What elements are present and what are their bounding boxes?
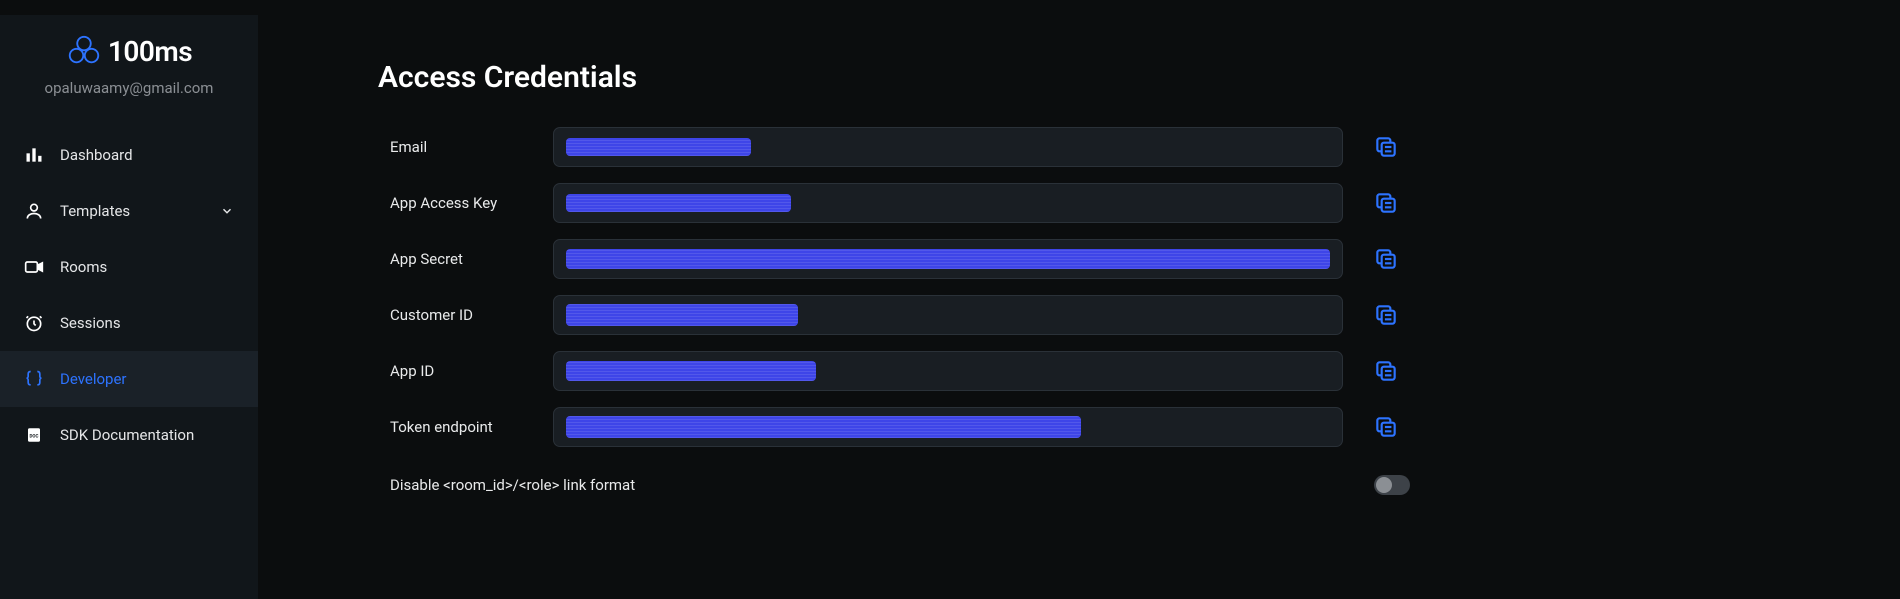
access-key-field[interactable] (553, 183, 1343, 223)
toggle-knob (1376, 477, 1392, 493)
sidebar-item-label: Rooms (60, 258, 234, 276)
credential-label: Customer ID (378, 306, 553, 324)
user-email: opaluwaamy@gmail.com (0, 75, 258, 117)
page-title: Access Credentials (378, 60, 1900, 95)
user-icon (24, 201, 44, 221)
clock-icon (24, 313, 44, 333)
brand-name: 100ms (108, 35, 192, 68)
copy-button[interactable] (1373, 190, 1399, 216)
logo-icon (66, 33, 102, 69)
toggle-label: Disable <room_id>/<role> link format (378, 476, 635, 494)
sidebar-item-label: Templates (60, 202, 204, 220)
brand-logo[interactable]: 100ms (0, 27, 258, 75)
credential-label: App Secret (378, 250, 553, 268)
main-content: Access Credentials Email App Access Key (258, 15, 1900, 599)
sidebar-nav: Dashboard Templates (0, 127, 258, 463)
credential-row-access-key: App Access Key (378, 183, 1900, 223)
redacted-value (566, 138, 751, 156)
code-braces-icon (24, 369, 44, 389)
redacted-value (566, 416, 1081, 438)
video-icon (24, 257, 44, 277)
credential-label: App ID (378, 362, 553, 380)
bar-chart-icon (24, 145, 44, 165)
copy-button[interactable] (1373, 302, 1399, 328)
email-field[interactable] (553, 127, 1343, 167)
sidebar-item-developer[interactable]: Developer (0, 351, 258, 407)
credential-label: Email (378, 138, 553, 156)
credential-row-token-endpoint: Token endpoint (378, 407, 1900, 447)
chevron-down-icon (220, 204, 234, 218)
sidebar-item-dashboard[interactable]: Dashboard (0, 127, 258, 183)
sidebar-item-label: Developer (60, 370, 234, 388)
sidebar-item-rooms[interactable]: Rooms (0, 239, 258, 295)
app-id-field[interactable] (553, 351, 1343, 391)
copy-button[interactable] (1373, 246, 1399, 272)
sidebar-item-sessions[interactable]: Sessions (0, 295, 258, 351)
sidebar-item-templates[interactable]: Templates (0, 183, 258, 239)
credential-row-customer-id: Customer ID (378, 295, 1900, 335)
sidebar-item-sdk-docs[interactable]: DOC SDK Documentation (0, 407, 258, 463)
disable-link-toggle[interactable] (1374, 475, 1410, 495)
document-icon: DOC (24, 425, 44, 445)
secret-field[interactable] (553, 239, 1343, 279)
copy-button[interactable] (1373, 134, 1399, 160)
redacted-value (566, 249, 1330, 269)
sidebar-item-label: SDK Documentation (60, 426, 234, 444)
sidebar-item-label: Dashboard (60, 146, 234, 164)
sidebar: 100ms opaluwaamy@gmail.com Dashboard (0, 15, 258, 599)
credential-row-email: Email (378, 127, 1900, 167)
credential-label: Token endpoint (378, 418, 553, 436)
redacted-value (566, 361, 816, 381)
credential-row-app-id: App ID (378, 351, 1900, 391)
token-endpoint-field[interactable] (553, 407, 1343, 447)
disable-link-format-row: Disable <room_id>/<role> link format (378, 475, 1900, 495)
customer-id-field[interactable] (553, 295, 1343, 335)
svg-text:DOC: DOC (30, 433, 39, 439)
redacted-value (566, 304, 798, 326)
sidebar-item-label: Sessions (60, 314, 234, 332)
copy-button[interactable] (1373, 414, 1399, 440)
redacted-value (566, 194, 791, 212)
credential-row-secret: App Secret (378, 239, 1900, 279)
copy-button[interactable] (1373, 358, 1399, 384)
credential-label: App Access Key (378, 194, 553, 212)
